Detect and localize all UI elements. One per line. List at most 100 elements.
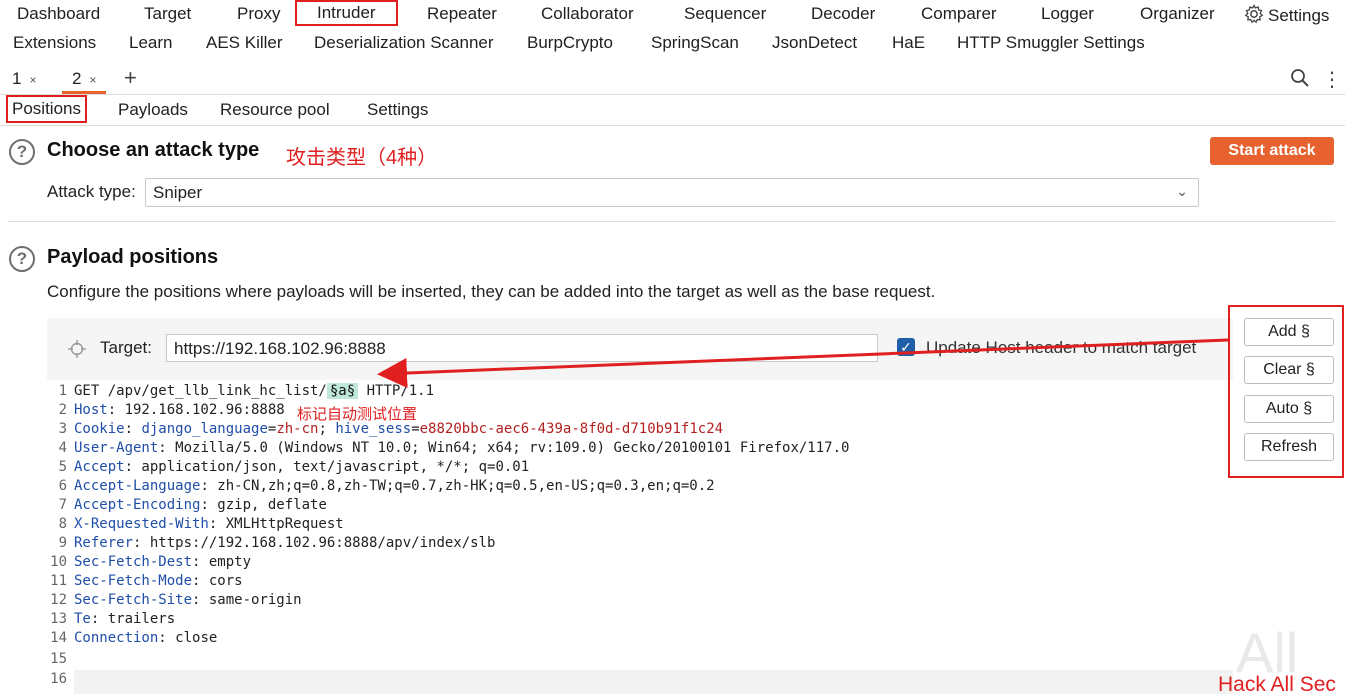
tab-2[interactable]: 2 × bbox=[62, 66, 107, 94]
menu-http-smuggler-settings[interactable]: HTTP Smuggler Settings bbox=[957, 33, 1145, 53]
start-attack-button[interactable]: Start attack bbox=[1210, 137, 1334, 165]
attack-type-heading: Choose an attack type bbox=[47, 139, 260, 161]
subtab-positions[interactable]: Positions bbox=[6, 95, 87, 123]
target-url-value: https://192.168.102.96:8888 bbox=[174, 339, 386, 358]
clear-markers-button[interactable]: Clear § bbox=[1244, 356, 1334, 384]
intruder-subtabs: Positions Payloads Resource pool Setting… bbox=[0, 95, 1345, 126]
header-key: User-Agent bbox=[74, 440, 159, 456]
add-tab-button[interactable]: + bbox=[124, 65, 137, 91]
attack-type-label: Attack type: bbox=[47, 182, 136, 201]
line-number: 5 bbox=[58, 459, 67, 475]
menu-burpcrypto[interactable]: BurpCrypto bbox=[527, 33, 613, 53]
header-key: Host bbox=[74, 402, 108, 418]
menu-target[interactable]: Target bbox=[144, 4, 191, 24]
close-icon[interactable]: × bbox=[29, 73, 36, 87]
header-key: Accept-Language bbox=[74, 478, 201, 494]
header-value: : empty bbox=[192, 554, 252, 570]
menu-settings[interactable]: Settings bbox=[1244, 4, 1329, 26]
line-number: 12 bbox=[50, 592, 67, 608]
close-icon[interactable]: × bbox=[89, 73, 96, 87]
menu-settings-label: Settings bbox=[1268, 6, 1330, 25]
line-number: 11 bbox=[50, 573, 67, 589]
menu-jsondetect[interactable]: JsonDetect bbox=[772, 33, 857, 53]
header-key: Te bbox=[74, 611, 91, 627]
attack-type-annotation: 攻击类型（4种） bbox=[286, 147, 438, 169]
menu-extensions[interactable]: Extensions bbox=[13, 33, 96, 53]
refresh-button[interactable]: Refresh bbox=[1244, 433, 1334, 461]
header-key: Accept-Encoding bbox=[74, 497, 201, 513]
header-value: : close bbox=[158, 630, 218, 646]
line-number: 14 bbox=[50, 630, 67, 646]
menu-hae[interactable]: HaE bbox=[892, 33, 925, 53]
menu-proxy[interactable]: Proxy bbox=[237, 4, 280, 24]
current-line-highlight bbox=[74, 670, 1233, 694]
update-host-label: Update Host header to match target bbox=[926, 338, 1197, 357]
subtab-resource-pool[interactable]: Resource pool bbox=[220, 100, 330, 120]
request-line: Referer: https://192.168.102.96:8888/apv… bbox=[74, 535, 495, 551]
section-divider bbox=[8, 221, 1335, 222]
search-icon[interactable] bbox=[1290, 68, 1310, 88]
menu-aes-killer[interactable]: AES Killer bbox=[206, 33, 283, 53]
request-editor[interactable]: 1 GET /apv/get_llb_link_hc_list/§a§ HTTP… bbox=[47, 380, 1233, 694]
line-number: 8 bbox=[58, 516, 67, 532]
menu-learn[interactable]: Learn bbox=[129, 33, 172, 53]
menu-comparer[interactable]: Comparer bbox=[921, 4, 997, 24]
update-host-checkbox[interactable]: ✓ bbox=[897, 338, 915, 356]
payload-positions-description: Configure the positions where payloads w… bbox=[47, 282, 936, 301]
menu-logger[interactable]: Logger bbox=[1041, 4, 1094, 24]
help-icon[interactable]: ? bbox=[9, 139, 35, 165]
subtab-settings[interactable]: Settings bbox=[367, 100, 428, 120]
request-line: Te: trailers bbox=[74, 611, 175, 627]
header-value: : trailers bbox=[90, 611, 176, 627]
watermark: Hack All Sec bbox=[1218, 673, 1336, 694]
tab-label: 1 bbox=[12, 69, 22, 88]
tab-1[interactable]: 1 × bbox=[2, 66, 46, 94]
menu-sequencer[interactable]: Sequencer bbox=[684, 4, 766, 24]
main-menu-row-1: Dashboard Target Proxy Intruder Repeater… bbox=[0, 0, 1345, 28]
header-key: Sec-Fetch-Site bbox=[74, 592, 193, 608]
tab-label: 2 bbox=[72, 69, 82, 88]
line-number: 9 bbox=[58, 535, 67, 551]
payload-marker: §a§ bbox=[326, 383, 359, 399]
attack-type-select[interactable]: Sniper ⌄ bbox=[145, 178, 1199, 207]
add-marker-button[interactable]: Add § bbox=[1244, 318, 1334, 346]
request-line: Accept-Language: zh-CN,zh;q=0.8,zh-TW;q=… bbox=[74, 478, 715, 494]
request-line: Accept-Encoding: gzip, deflate bbox=[74, 497, 327, 513]
menu-dashboard[interactable]: Dashboard bbox=[17, 4, 100, 24]
menu-collaborator[interactable]: Collaborator bbox=[541, 4, 634, 24]
header-key: Referer bbox=[74, 535, 134, 551]
menu-organizer[interactable]: Organizer bbox=[1140, 4, 1215, 24]
menu-deserialization-scanner[interactable]: Deserialization Scanner bbox=[314, 33, 494, 53]
request-line: Connection: close bbox=[74, 630, 217, 646]
line-number: 1 bbox=[58, 383, 67, 399]
main-menu-row-2: Extensions Learn AES Killer Deserializat… bbox=[0, 29, 1345, 57]
menu-decoder[interactable]: Decoder bbox=[811, 4, 875, 24]
line-number: 15 bbox=[50, 651, 67, 667]
header-value: : gzip, deflate bbox=[200, 497, 327, 513]
menu-repeater[interactable]: Repeater bbox=[427, 4, 497, 24]
line-number: 4 bbox=[58, 440, 67, 456]
line-number: 3 bbox=[58, 421, 67, 437]
line-number: 10 bbox=[50, 554, 67, 570]
line-number: 16 bbox=[50, 671, 67, 687]
more-options-icon[interactable]: ⋮ bbox=[1322, 67, 1342, 92]
header-key: Accept bbox=[74, 459, 125, 475]
target-url-input[interactable]: https://192.168.102.96:8888 bbox=[166, 334, 878, 362]
menu-intruder[interactable]: Intruder bbox=[295, 0, 398, 26]
request-line: User-Agent: Mozilla/5.0 (Windows NT 10.0… bbox=[74, 440, 849, 456]
line-number: 2 bbox=[58, 402, 67, 418]
subtab-payloads[interactable]: Payloads bbox=[118, 100, 188, 120]
crosshair-icon bbox=[68, 340, 86, 358]
menu-springscan[interactable]: SpringScan bbox=[651, 33, 739, 53]
header-value: : Mozilla/5.0 (Windows NT 10.0; Win64; x… bbox=[158, 440, 850, 456]
request-line-text: GET /apv/get_llb_link_hc_list/ bbox=[74, 383, 327, 399]
header-key: Connection bbox=[74, 630, 159, 646]
line-number: 7 bbox=[58, 497, 67, 513]
header-value: : application/json, text/javascript, */*… bbox=[124, 459, 530, 475]
payload-positions-heading: Payload positions bbox=[47, 246, 219, 268]
help-icon[interactable]: ? bbox=[9, 246, 35, 272]
auto-markers-button[interactable]: Auto § bbox=[1244, 395, 1334, 423]
header-key: X-Requested-With bbox=[74, 516, 209, 532]
header-value: : cors bbox=[192, 573, 243, 589]
header-value: : same-origin bbox=[192, 592, 302, 608]
